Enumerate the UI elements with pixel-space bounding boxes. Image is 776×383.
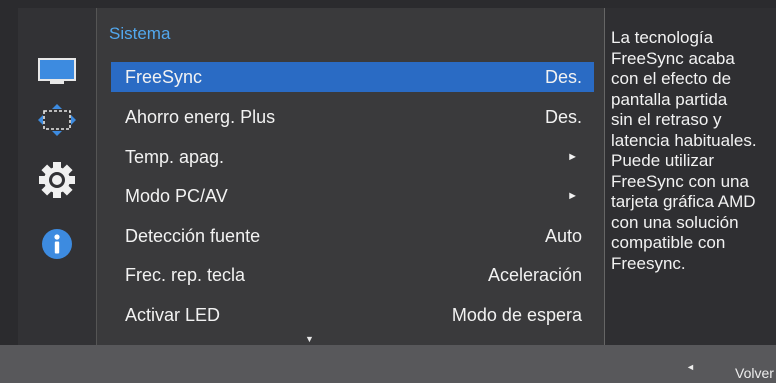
menu-item-label: Frec. rep. tecla [125,264,246,285]
submenu-arrow-icon: ► [567,190,578,202]
menu-item-value: Auto [544,225,582,246]
menu-item-pc-av-mode[interactable]: Modo PC/AV ► [111,181,594,211]
system-gear-icon[interactable] [37,160,77,200]
menu-item-power-led-on[interactable]: Activar LED Modo de espera [111,300,594,330]
menu-item-freesync[interactable]: FreeSync Des. [111,62,594,92]
system-menu-panel: Sistema FreeSync Des. Ahorro energ. Plus… [96,8,604,345]
menu-item-label: FreeSync [125,66,203,87]
menu-item-label: Temp. apag. [125,146,225,167]
menu-item-value: Modo de espera [451,304,582,325]
footer-bar: ◄ Volver [0,345,776,383]
back-arrow-icon[interactable]: ◄ [686,362,695,372]
menu-item-value: Des. [544,106,582,127]
menu-item-label: Activar LED [125,304,221,325]
menu-item-value: Des. [544,66,582,87]
osd-menu: Sistema FreeSync Des. Ahorro energ. Plus… [0,0,776,383]
menu-item-label: Ahorro energ. Plus [125,106,276,127]
menu-item-label: Detección fuente [125,225,261,246]
menu-item-source-detection[interactable]: Detección fuente Auto [111,221,594,251]
category-sidebar [18,8,96,345]
info-icon[interactable] [37,224,77,264]
scroll-down-icon[interactable]: ▼ [305,334,314,344]
menu-item-label: Modo PC/AV [125,185,228,206]
menu-item-value: Aceleración [487,264,582,285]
menu-item-eco-saving-plus[interactable]: Ahorro energ. Plus Des. [111,102,594,132]
menu-item-key-repeat-time[interactable]: Frec. rep. tecla Aceleración [111,260,594,290]
position-size-icon[interactable] [37,100,77,140]
description-panel: La tecnología FreeSync acaba con el efec… [604,8,776,345]
description-text: La tecnología FreeSync acaba con el efec… [611,28,757,273]
menu-title: Sistema [109,24,171,43]
monitor-icon[interactable] [37,52,77,92]
back-label[interactable]: Volver [735,365,774,381]
submenu-arrow-icon: ► [567,151,578,163]
menu-item-off-timer[interactable]: Temp. apag. ► [111,142,594,172]
